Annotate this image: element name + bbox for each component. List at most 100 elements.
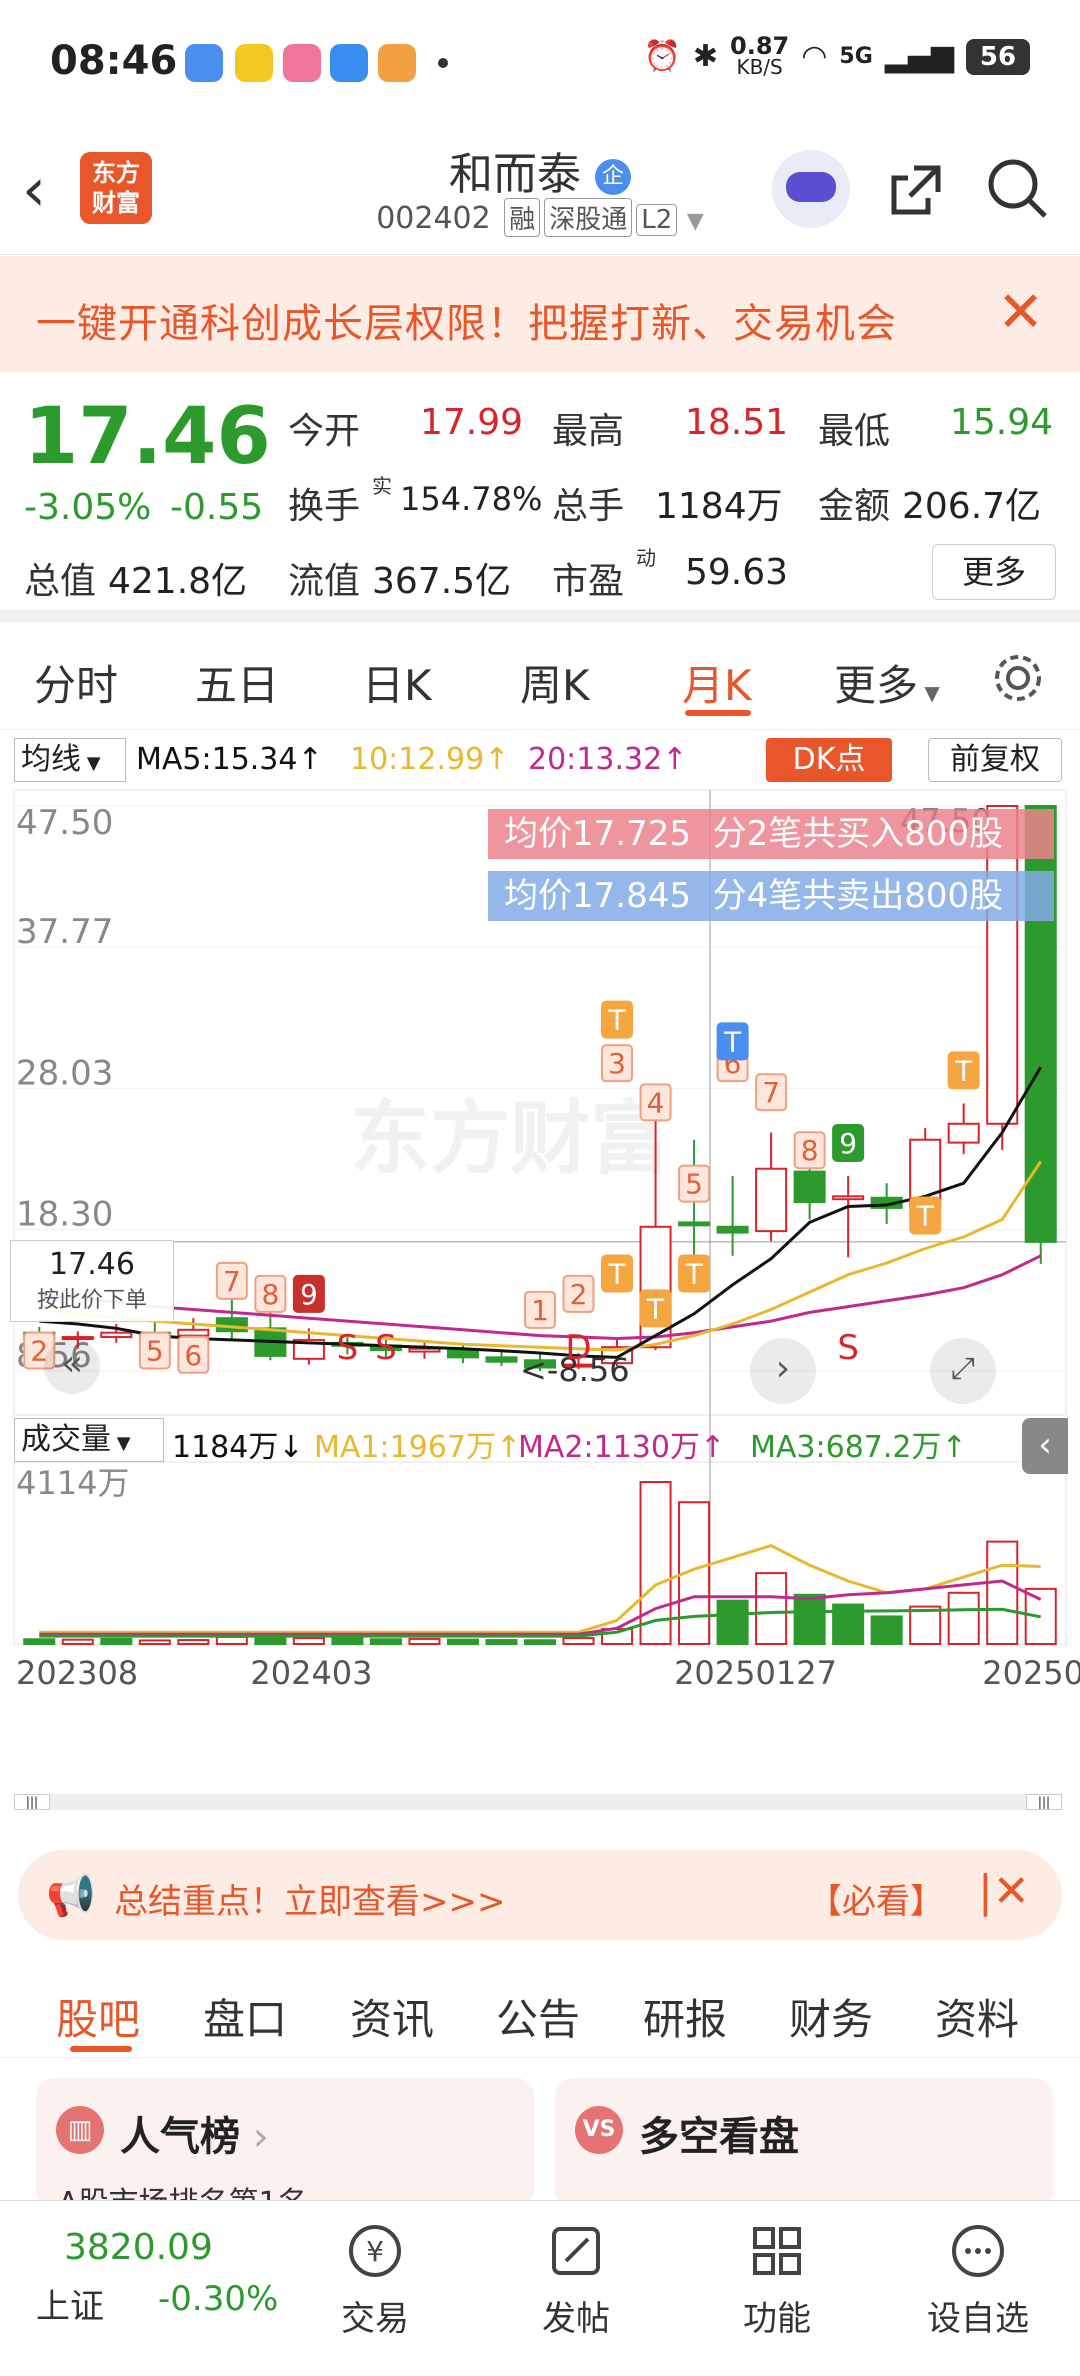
watermark-text: 东方财富 — [350, 1092, 670, 1185]
sequence-marker-label: T — [954, 1054, 973, 1087]
sequence-marker-label: 8 — [261, 1278, 279, 1311]
tab-guba[interactable]: 股吧 — [56, 1986, 140, 2047]
tab-more[interactable]: 更多 ▼ — [834, 652, 940, 713]
volume-selector[interactable]: 成交量 ▼ — [14, 1418, 164, 1462]
candle-body — [832, 1195, 865, 1201]
volume-bar — [986, 1540, 1019, 1646]
index-value[interactable]: 3820.09 — [64, 2227, 213, 2268]
scroll-right-icon[interactable]: › — [750, 1338, 816, 1404]
x-tick-label: 202509 — [982, 1654, 1080, 1686]
price-order-tip[interactable]: 17.46 按此价下单 — [10, 1240, 174, 1322]
nav-post[interactable]: 发帖 — [506, 2221, 646, 2340]
kline-chart-area[interactable]: 均线 ▼ MA5:15.34↑ 10:12.99↑ 20:13.32↑ DK点 … — [0, 730, 1080, 1810]
sequence-marker-label: T — [646, 1292, 665, 1325]
buy-note[interactable]: 均价17.725 分2笔共买入800股 — [488, 809, 1054, 859]
enterprise-badge-icon: 企 — [595, 159, 631, 195]
net-speed: 0.87 KB/S — [730, 32, 790, 79]
status-time: 08:46 — [50, 38, 178, 84]
notification-app-icon — [235, 44, 273, 82]
ma-selector[interactable]: 均线 ▼ — [14, 738, 126, 782]
vs-icon: VS — [575, 2106, 623, 2154]
tab-pankou[interactable]: 盘口 — [203, 1986, 287, 2047]
volume-bar — [870, 1615, 903, 1646]
feature-cards: ▥ 人气榜 › A股市场排名第1名 VS 多空看盘 — [0, 2070, 1080, 2221]
tab-news[interactable]: 资讯 — [350, 1986, 434, 2047]
margin-tag: 融 — [504, 198, 541, 237]
index-change[interactable]: -0.30% — [158, 2279, 278, 2319]
volume-max-label: 4114万 — [16, 1464, 129, 1502]
tab-5day[interactable]: 五日 — [195, 652, 279, 713]
popular-card[interactable]: ▥ 人气榜 › A股市场排名第1名 — [36, 2078, 534, 2221]
more-button[interactable]: 更多 — [932, 544, 1056, 600]
tab-daily-k[interactable]: 日K — [362, 652, 432, 713]
volume-bar — [177, 1639, 210, 1646]
settings-gear-icon[interactable] — [990, 650, 1046, 706]
bullbear-card[interactable]: VS 多空看盘 — [555, 2078, 1053, 2208]
notification-app-icon — [330, 44, 368, 82]
share-icon[interactable] — [884, 158, 948, 222]
candle-body — [100, 1331, 133, 1339]
search-icon[interactable] — [985, 156, 1051, 222]
chart-scrollbar[interactable]: ||| ||| — [14, 1794, 1062, 1810]
nav-add-watchlist[interactable]: 设自选 — [908, 2221, 1048, 2340]
tab-weekly-k[interactable]: 周K — [520, 652, 590, 713]
low-label: 最低 — [818, 411, 891, 452]
bilibili-icon — [283, 44, 321, 82]
nav-functions[interactable]: 功能 — [707, 2221, 847, 2340]
volume-bar — [947, 1591, 980, 1646]
candle-body — [947, 1122, 980, 1144]
volume-bar — [408, 1637, 441, 1646]
volume-label: 总手 — [552, 486, 625, 527]
turnover-sup: 实 — [372, 474, 392, 498]
mktcap-label: 总值 — [24, 561, 97, 602]
nav-trade[interactable]: ¥ 交易 — [305, 2221, 445, 2340]
sell-note[interactable]: 均价17.845 分4笔共卖出800股 — [488, 871, 1054, 921]
fullscreen-icon[interactable]: ⤢ — [930, 1338, 996, 1404]
megaphone-icon: 📢 — [46, 1873, 96, 1919]
battery-icon: 56 — [966, 38, 1030, 75]
amount-label: 金额 — [818, 486, 891, 527]
x-tick-label: 20250127 — [674, 1654, 837, 1686]
adjust-button[interactable]: 前复权 — [928, 738, 1062, 782]
index-name[interactable]: 上证 — [36, 2279, 104, 2328]
volume-bar — [446, 1638, 479, 1646]
volume-bar — [793, 1593, 826, 1645]
vma3-value: MA3:687.2万↑ — [750, 1430, 967, 1465]
volume-pane-frame — [13, 1461, 1067, 1645]
volume-bar — [215, 1635, 248, 1645]
summary-bar[interactable]: 📢 总结重点！立即查看>>> 【必看】 |✕ — [18, 1850, 1062, 1940]
candle-body — [177, 1328, 210, 1337]
promo-banner[interactable]: 一键开通科创成长层权限！把握打新、交易机会 ✕ — [0, 256, 1080, 372]
bullbear-title: 多空看盘 — [639, 2114, 799, 2160]
status-right: ⏰ ✱ 0.87 KB/S ◠ 5G ▂▄▆ 56 — [644, 32, 1030, 79]
sequence-marker-label: T — [607, 1258, 626, 1291]
close-icon[interactable]: |✕ — [978, 1866, 1030, 1917]
sequence-marker-label: T — [607, 1004, 626, 1037]
svg-text:¥: ¥ — [366, 2235, 384, 2268]
tab-announcements[interactable]: 公告 — [496, 1986, 580, 2047]
bottom-nav: 3820.09 上证 -0.30% ¥ 交易 发帖 功能 设自选 — [0, 2200, 1080, 2376]
tab-monthly-k[interactable]: 月K — [682, 652, 752, 713]
pe-label: 市盈 — [552, 561, 625, 602]
sequence-marker-label: 4 — [647, 1086, 665, 1119]
kline-svg[interactable]: 东方财富47.5037.7728.0318.308.5647.50<-8.567… — [0, 786, 1080, 1686]
low-value: 15.94 — [950, 402, 1054, 443]
scroll-left-icon[interactable]: « — [44, 1338, 100, 1394]
tab-profile[interactable]: 资料 — [935, 1986, 1019, 2047]
promo-text: 一键开通科创成长层权限！把握打新、交易机会 — [36, 301, 897, 347]
tab-intraday[interactable]: 分时 — [34, 652, 118, 713]
volume-bar — [331, 1637, 364, 1646]
content-tabs: 股吧 盘口 资讯 公告 研报 财务 资料 — [0, 1958, 1080, 2058]
collapse-side-icon[interactable]: ‹ — [1022, 1418, 1068, 1474]
more-dots-icon — [952, 2225, 1004, 2277]
robot-assistant-icon[interactable] — [772, 150, 850, 228]
tab-finance[interactable]: 财务 — [789, 1986, 873, 2047]
level2-tag: L2 — [636, 204, 678, 236]
dk-points-button[interactable]: DK点 — [766, 738, 892, 782]
close-icon[interactable]: ✕ — [997, 280, 1044, 345]
tab-research[interactable]: 研报 — [643, 1986, 727, 2047]
float-value: 367.5亿 — [372, 561, 512, 602]
open-label: 今开 — [288, 411, 361, 452]
popular-title: 人气榜 › — [120, 2114, 269, 2160]
ma5-value: MA5:15.34↑ — [136, 742, 323, 777]
